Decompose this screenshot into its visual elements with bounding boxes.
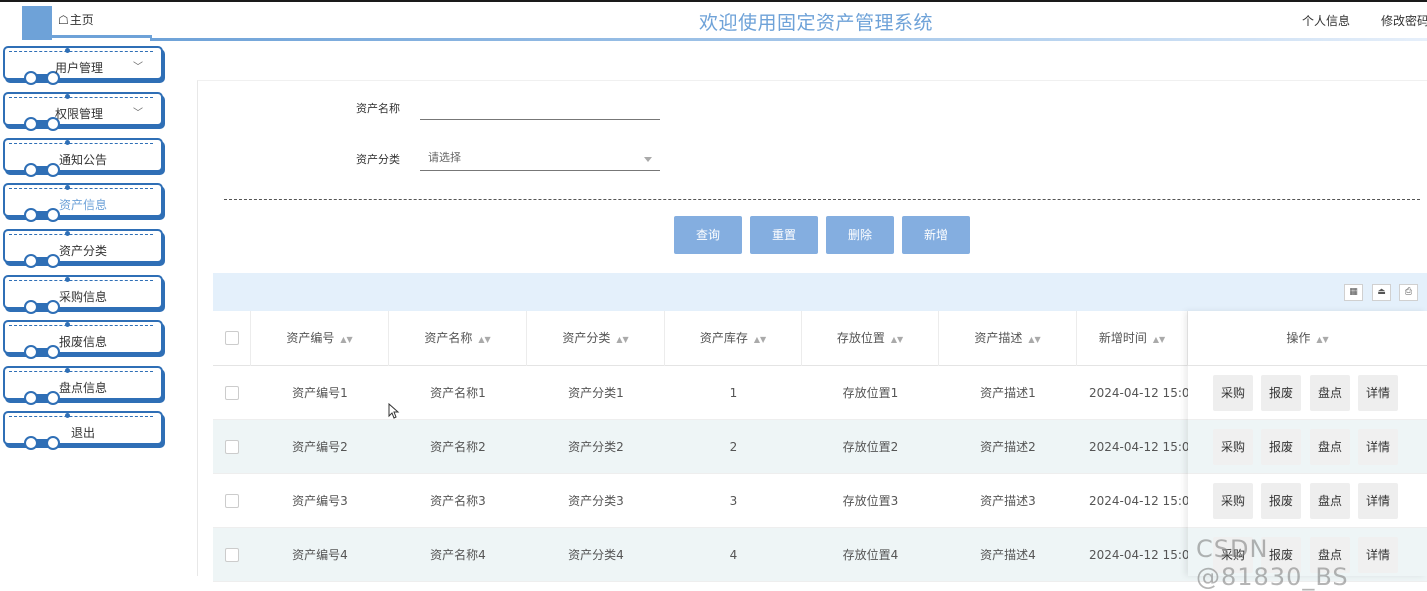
asset-name-label: 资产名称: [356, 102, 400, 115]
column-header[interactable]: 资产库存 ▲▼: [665, 311, 802, 366]
header-underline: [150, 38, 1427, 41]
sort-icon: ▲▼: [616, 335, 629, 344]
tab-home-label: 主页: [69, 13, 94, 27]
export-icon[interactable]: ⏏: [1372, 284, 1391, 301]
column-header[interactable]: 存放位置 ▲▼: [802, 311, 939, 366]
cell-code: 资产编号4: [292, 548, 348, 562]
cell-time: 2024-04-12 15:06:: [1089, 548, 1188, 562]
watermark: CSDN @81830_BS: [1196, 535, 1349, 591]
chevron-down-icon: ﹀: [133, 108, 143, 119]
reset-button[interactable]: 重置: [750, 216, 818, 254]
sidebar-item-logout[interactable]: 退出: [3, 411, 163, 450]
sidebar-item-label: 退出: [70, 426, 95, 440]
asset-name-input[interactable]: [420, 100, 660, 120]
cell-category: 资产分类4: [568, 548, 624, 562]
row-checkbox[interactable]: [225, 494, 239, 508]
home-tab-marker: [22, 6, 52, 40]
page-title: 欢迎使用固定资产管理系统: [698, 12, 933, 34]
row-checkbox[interactable]: [225, 440, 239, 454]
cell-location: 存放位置1: [842, 386, 899, 400]
add-button[interactable]: 新增: [902, 216, 970, 254]
cell-stock: 3: [729, 494, 738, 508]
column-header[interactable]: 资产编号 ▲▼: [251, 311, 389, 366]
column-header[interactable]: 资产分类 ▲▼: [527, 311, 665, 366]
sidebar-item-notices[interactable]: 通知公告: [3, 138, 163, 177]
cell-stock: 4: [729, 548, 738, 562]
cell-desc: 资产描述1: [980, 386, 1036, 400]
chevron-down-icon: ﹀: [133, 62, 143, 73]
tab-home[interactable]: ☖ 主页: [52, 4, 152, 38]
header-top-border: [0, 0, 1427, 2]
cell-desc: 资产描述4: [980, 548, 1036, 562]
cell-name: 资产名称2: [430, 440, 486, 454]
mouse-cursor-icon: [388, 403, 400, 419]
sidebar-item-label: 采购信息: [58, 290, 107, 304]
sidebar-item-scrap-info[interactable]: 报废信息: [3, 320, 163, 359]
delete-button[interactable]: 删除: [826, 216, 894, 254]
cell-time: 2024-04-12 15:06:: [1089, 386, 1188, 400]
cell-code: 资产编号1: [292, 386, 348, 400]
column-header[interactable]: 新增时间 ▲▼: [1077, 311, 1188, 366]
sidebar-item-user-management[interactable]: 用户管理 ﹀: [3, 46, 163, 85]
cell-category: 资产分类2: [568, 440, 624, 454]
table-toolbar: [213, 273, 1427, 311]
cell-name: 资产名称4: [430, 548, 486, 562]
print-icon[interactable]: ⎙: [1399, 284, 1418, 301]
sort-icon: ▲▼: [1152, 335, 1166, 344]
form-divider: [224, 199, 1420, 200]
top-header: ☖ 主页 欢迎使用固定资产管理系统 个人信息 修改密码: [0, 0, 1427, 42]
cell-stock: 2: [729, 440, 738, 454]
cell-desc: 资产描述3: [980, 494, 1036, 508]
cell-location: 存放位置3: [842, 494, 899, 508]
cell-location: 存放位置2: [842, 440, 899, 454]
sort-icon: ▲▼: [340, 335, 353, 344]
cell-code: 资产编号3: [292, 494, 348, 508]
sidebar-item-label: 资产信息: [58, 198, 107, 212]
row-checkbox[interactable]: [225, 548, 239, 562]
sidebar-item-label: 盘点信息: [58, 381, 107, 395]
column-filter-icon[interactable]: ▦: [1344, 284, 1363, 301]
sort-icon: ▲▼: [753, 335, 767, 344]
asset-category-label: 资产分类: [356, 153, 400, 166]
asset-category-placeholder: 请选择: [428, 151, 461, 164]
change-password-link[interactable]: 修改密码: [1381, 12, 1427, 29]
asset-category-select[interactable]: 请选择: [420, 151, 660, 171]
column-header[interactable]: 资产名称 ▲▼: [389, 311, 527, 366]
select-all-checkbox[interactable]: [225, 331, 239, 345]
home-icon: ☖: [58, 12, 69, 27]
row-checkbox[interactable]: [225, 386, 239, 400]
sort-icon: ▲▼: [890, 335, 904, 344]
dropdown-arrow-icon: [644, 157, 652, 162]
cell-name: 资产名称1: [430, 386, 486, 400]
sort-icon: ▲▼: [1028, 335, 1041, 344]
cell-time: 2024-04-12 15:06:: [1089, 440, 1188, 454]
cell-location: 存放位置4: [842, 548, 899, 562]
sidebar-item-permission-management[interactable]: 权限管理 ﹀: [3, 92, 163, 131]
sidebar-item-asset-category[interactable]: 资产分类: [3, 229, 163, 268]
query-button[interactable]: 查询: [674, 216, 742, 254]
cell-category: 资产分类1: [568, 386, 624, 400]
sidebar-item-label: 报废信息: [58, 335, 107, 349]
sidebar-item-purchase-info[interactable]: 采购信息: [3, 275, 163, 314]
select-all-cell: [213, 311, 251, 366]
cell-desc: 资产描述2: [980, 440, 1036, 454]
cell-name: 资产名称3: [430, 494, 486, 508]
cell-code: 资产编号2: [292, 440, 348, 454]
profile-link[interactable]: 个人信息: [1302, 12, 1350, 29]
sort-icon: ▲▼: [478, 335, 491, 344]
cell-stock: 1: [729, 386, 738, 400]
sidebar-item-label: 资产分类: [58, 244, 107, 258]
sidebar-item-asset-info[interactable]: 资产信息: [3, 183, 163, 222]
sidebar-item-inventory-info[interactable]: 盘点信息: [3, 366, 163, 405]
column-header[interactable]: 资产描述 ▲▼: [939, 311, 1077, 366]
cell-category: 资产分类3: [568, 494, 624, 508]
cell-time: 2024-04-12 15:06:: [1089, 494, 1188, 508]
sidebar-item-label: 通知公告: [58, 153, 107, 167]
